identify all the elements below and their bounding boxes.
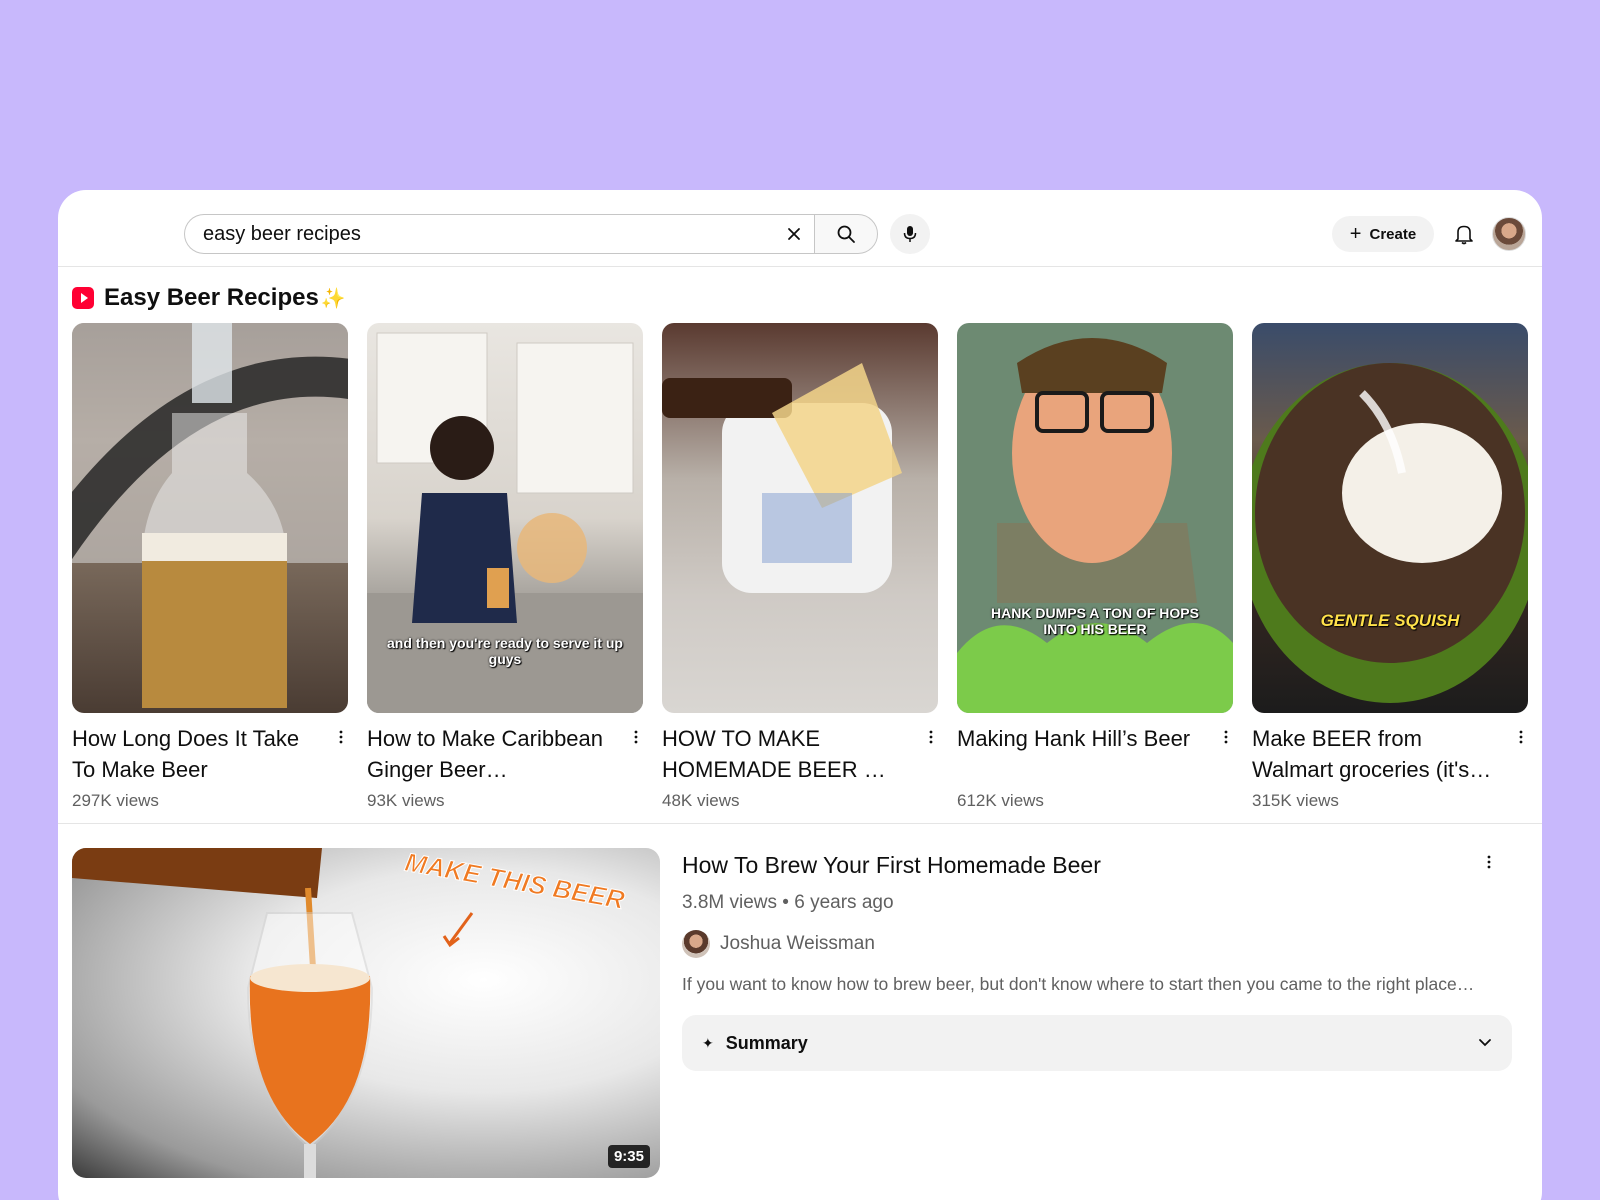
video-description: If you want to know how to brew beer, bu… [682, 974, 1475, 994]
short-overlay-caption: GENTLE SQUISH [1320, 611, 1460, 630]
more-options-button[interactable] [924, 727, 938, 747]
short-overlay-caption: and then you're ready to serve it up guy… [387, 635, 623, 667]
create-button[interactable]: + Create [1332, 216, 1434, 252]
short-title[interactable]: How to Make Caribbean Ginger Beer (Authe… [367, 723, 612, 785]
search-button[interactable] [814, 214, 878, 254]
short-overlay-caption: HANK DUMPS A TON OF HOPS INTO HIS BEER [991, 605, 1199, 637]
plus-icon: + [1349, 223, 1362, 245]
short-title[interactable]: Making Hank Hill’s Beer [957, 723, 1202, 785]
notifications-button[interactable] [1448, 218, 1480, 250]
search-box[interactable] [184, 214, 814, 254]
top-bar: + Create [58, 190, 1542, 267]
hank-hill-illustration [957, 338, 1233, 713]
short-card[interactable]: How Long Does It Take To Make Beer 297K … [72, 323, 348, 811]
short-views: 612K views [957, 791, 1044, 810]
channel-avatar[interactable] [682, 930, 710, 958]
shorts-shelf: How Long Does It Take To Make Beer 297K … [72, 323, 1530, 811]
short-thumbnail[interactable]: GENTLE SQUISH [1252, 323, 1528, 713]
youtube-window: + Create Easy Beer Recipes ✨ [58, 190, 1542, 1200]
video-duration: 9:35 [607, 1145, 650, 1168]
short-title[interactable]: HOW TO MAKE HOMEMADE BEER 🤯 … [662, 723, 907, 785]
search-input[interactable] [203, 222, 774, 246]
growler-illustration [72, 323, 348, 708]
short-card[interactable]: HANK DUMPS A TON OF HOPS INTO HIS BEER M… [957, 323, 1233, 811]
sparkle-icon: ✨ [320, 287, 346, 310]
more-options-button[interactable] [1514, 727, 1528, 747]
chevron-down-icon [1479, 1039, 1491, 1047]
summary-expander[interactable]: ✦ Summary [682, 1015, 1512, 1071]
more-vert-icon [1224, 730, 1228, 744]
shelf-title: Easy Beer Recipes [104, 284, 319, 311]
more-options-button[interactable] [334, 727, 348, 747]
search-icon [837, 225, 855, 243]
close-icon [788, 228, 800, 240]
thumbnail-text: MAKE THIS BEER [403, 848, 628, 915]
short-views: 48K views [662, 791, 740, 810]
video-info: How To Brew Your First Homemade Beer 3.8… [682, 850, 1522, 1071]
short-card[interactable]: and then you're ready to serve it up guy… [367, 323, 643, 811]
mic-icon [903, 226, 917, 242]
short-card[interactable]: HOW TO MAKE HOMEMADE BEER 🤯 … 48K views [662, 323, 938, 811]
create-label: Create [1369, 225, 1417, 243]
beer-glass-illustration: MAKE THIS BEER [72, 848, 628, 1178]
more-options-button[interactable] [629, 727, 643, 747]
clear-search-button[interactable] [774, 215, 814, 253]
pouring-illustration [662, 363, 902, 593]
short-thumbnail[interactable]: and then you're ready to serve it up guy… [367, 323, 643, 713]
short-views: 93K views [367, 791, 445, 810]
more-vert-icon [339, 730, 343, 744]
pot-illustration [1252, 363, 1528, 703]
section-divider [58, 823, 1542, 824]
short-title[interactable]: How Long Does It Take To Make Beer [72, 723, 317, 785]
short-card[interactable]: GENTLE SQUISH Make BEER from Walmart gro… [1252, 323, 1528, 811]
shorts-shelf-header: Easy Beer Recipes ✨ [72, 284, 346, 312]
video-title[interactable]: How To Brew Your First Homemade Beer [682, 850, 1522, 880]
short-views: 315K views [1252, 791, 1339, 810]
summary-label: Summary [725, 1032, 808, 1053]
short-title[interactable]: Make BEER from Walmart groceries (it's… [1252, 723, 1497, 785]
more-vert-icon [1487, 855, 1491, 869]
bell-icon [1455, 225, 1473, 245]
youtube-shorts-icon [72, 287, 94, 309]
video-thumbnail[interactable]: MAKE THIS BEER 9:35 [72, 848, 660, 1178]
more-vert-icon [634, 730, 638, 744]
short-views: 297K views [72, 791, 159, 810]
channel-row[interactable]: Joshua Weissman [682, 930, 1522, 958]
video-more-options-button[interactable] [1482, 852, 1496, 872]
short-thumbnail[interactable]: HANK DUMPS A TON OF HOPS INTO HIS BEER [957, 323, 1233, 713]
voice-search-button[interactable] [890, 214, 930, 254]
more-vert-icon [1519, 730, 1523, 744]
more-vert-icon [929, 730, 933, 744]
short-thumbnail[interactable] [662, 323, 938, 713]
account-avatar[interactable] [1492, 217, 1526, 251]
sparkle-icon: ✦ [702, 1034, 714, 1051]
video-meta: 3.8M views • 6 years ago [682, 892, 894, 913]
channel-name[interactable]: Joshua Weissman [720, 933, 875, 955]
short-thumbnail[interactable] [72, 323, 348, 713]
more-options-button[interactable] [1219, 727, 1233, 747]
